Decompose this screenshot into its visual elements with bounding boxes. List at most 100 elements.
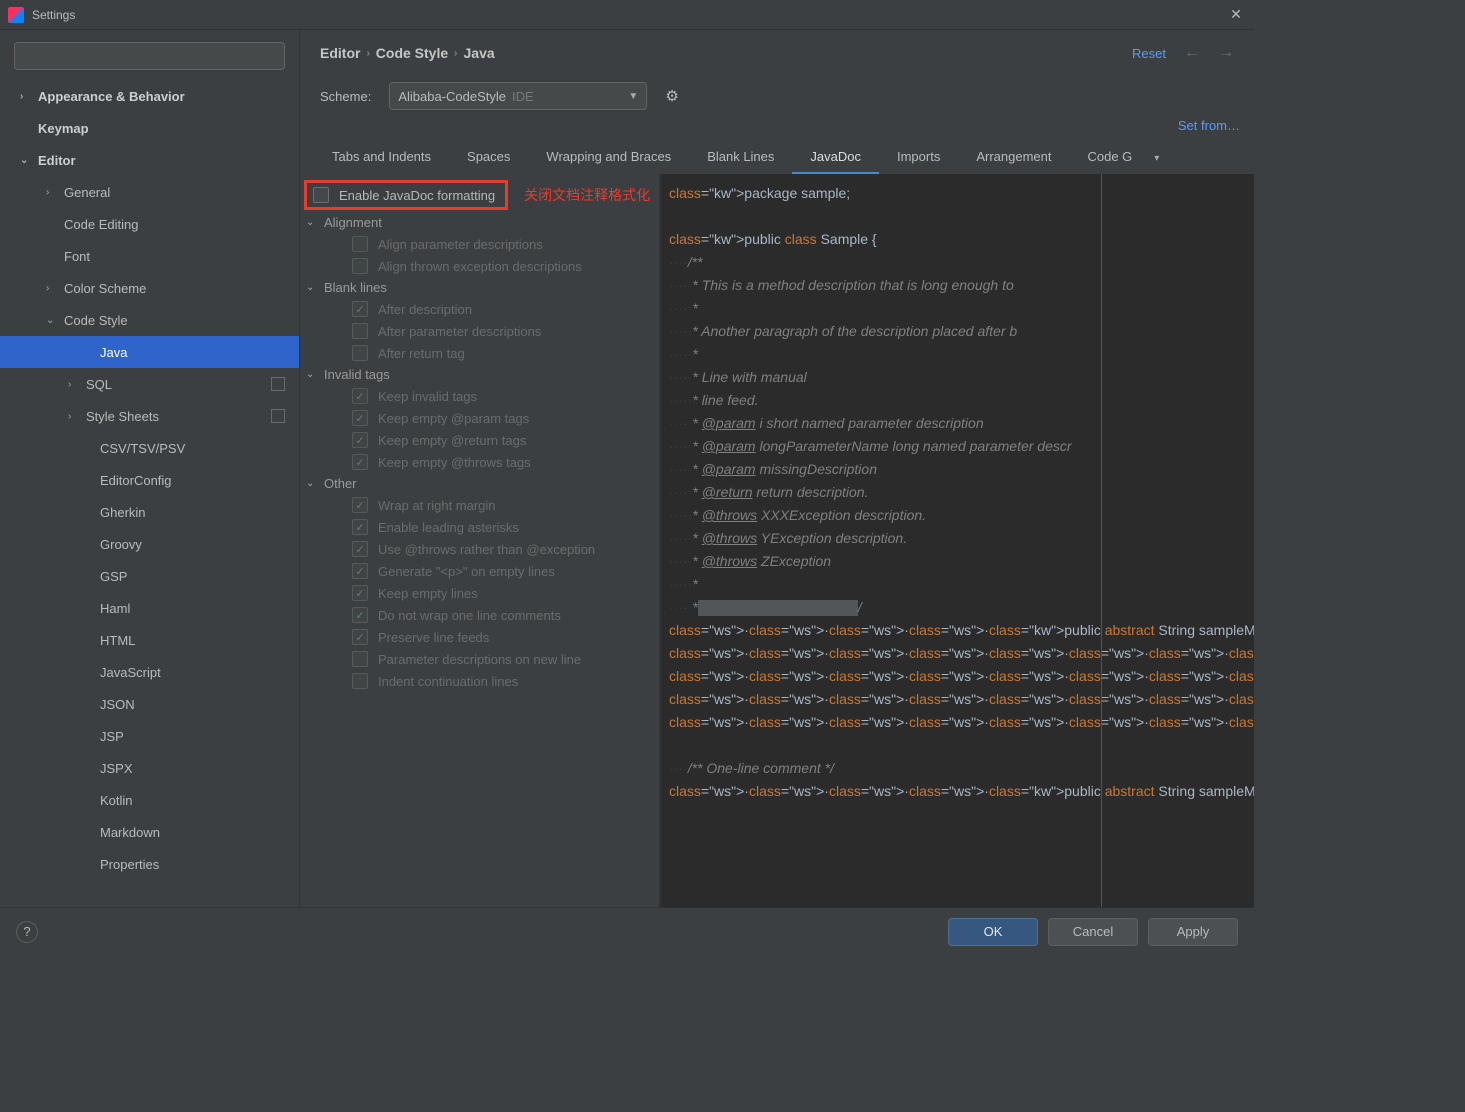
chevron-down-icon: ⌄ <box>306 478 320 489</box>
tab-javadoc[interactable]: JavaDoc <box>792 143 879 174</box>
breadcrumb-editor[interactable]: Editor <box>320 45 360 61</box>
sidebar-item-javascript[interactable]: ·JavaScript <box>0 656 299 688</box>
tab-blank-lines[interactable]: Blank Lines <box>689 143 792 174</box>
sidebar-item-font[interactable]: ·Font <box>0 240 299 272</box>
module-badge-icon <box>271 377 285 391</box>
option-checkbox <box>352 454 368 470</box>
annotation-text: 关闭文档注释格式化 <box>524 185 650 205</box>
code-line: ·····* <box>669 573 1254 596</box>
section-invalid-tags[interactable]: ⌄Invalid tags <box>300 364 659 385</box>
section-blank-lines[interactable]: ⌄Blank lines <box>300 277 659 298</box>
content: ⌕ ›Appearance & Behavior·Keymap⌄Editor›G… <box>0 30 1254 907</box>
option-row: After return tag <box>300 342 659 364</box>
code-line: ·····* line feed. <box>669 389 1254 412</box>
tabs-overflow-icon[interactable]: ▾ <box>1154 153 1159 164</box>
sidebar-item-keymap[interactable]: ·Keymap <box>0 112 299 144</box>
sidebar-item-editor[interactable]: ⌄Editor <box>0 144 299 176</box>
option-row: Indent continuation lines <box>300 670 659 692</box>
option-row: After parameter descriptions <box>300 320 659 342</box>
ok-button[interactable]: OK <box>948 918 1038 946</box>
option-row: Do not wrap one line comments <box>300 604 659 626</box>
help-button[interactable]: ? <box>16 921 38 943</box>
code-line: class="ws">·class="ws">·class="ws">·clas… <box>669 665 1254 688</box>
sidebar-item-kotlin[interactable]: ·Kotlin <box>0 784 299 816</box>
option-row: Wrap at right margin <box>300 494 659 516</box>
sidebar-item-appearance-behavior[interactable]: ›Appearance & Behavior <box>0 80 299 112</box>
option-label: Do not wrap one line comments <box>378 608 561 623</box>
code-line: class="kw">package sample; <box>669 182 1254 205</box>
option-label: Align thrown exception descriptions <box>378 259 582 274</box>
tree-item-label: GSP <box>100 569 127 584</box>
breadcrumb-codestyle[interactable]: Code Style <box>376 45 448 61</box>
code-line: ·····* @return return description. <box>669 481 1254 504</box>
sidebar-item-haml[interactable]: ·Haml <box>0 592 299 624</box>
option-checkbox <box>352 301 368 317</box>
sidebar-item-jspx[interactable]: ·JSPX <box>0 752 299 784</box>
cancel-button[interactable]: Cancel <box>1048 918 1138 946</box>
sidebar-item-general[interactable]: ›General <box>0 176 299 208</box>
tab-code-g[interactable]: Code G <box>1069 143 1150 174</box>
chevron-right-icon: › <box>68 379 82 390</box>
tree-item-label: Java <box>100 345 127 360</box>
section-other[interactable]: ⌄Other <box>300 473 659 494</box>
option-checkbox <box>352 673 368 689</box>
option-label: Keep empty @param tags <box>378 411 529 426</box>
sidebar-item-style-sheets[interactable]: ›Style Sheets <box>0 400 299 432</box>
chevron-down-icon: ▼ <box>628 91 638 102</box>
sidebar-item-code-style[interactable]: ⌄Code Style <box>0 304 299 336</box>
set-from-link[interactable]: Set from… <box>1178 118 1240 133</box>
sidebar-item-properties[interactable]: ·Properties <box>0 848 299 880</box>
option-row: Preserve line feeds <box>300 626 659 648</box>
sidebar-item-groovy[interactable]: ·Groovy <box>0 528 299 560</box>
sidebar-item-html[interactable]: ·HTML <box>0 624 299 656</box>
apply-button[interactable]: Apply <box>1148 918 1238 946</box>
breadcrumb: Editor › Code Style › Java <box>320 45 495 61</box>
sidebar-item-java[interactable]: ·Java <box>0 336 299 368</box>
section-title: Alignment <box>324 215 382 230</box>
tab-arrangement[interactable]: Arrangement <box>958 143 1069 174</box>
reset-link[interactable]: Reset <box>1132 46 1166 61</box>
code-line: class="ws">·class="ws">·class="ws">·clas… <box>669 619 1254 642</box>
sidebar-item-color-scheme[interactable]: ›Color Scheme <box>0 272 299 304</box>
option-row: Keep empty @param tags <box>300 407 659 429</box>
chevron-down-icon: ⌄ <box>46 315 60 326</box>
code-line: ·····* @throws ZException <box>669 550 1254 573</box>
gear-icon[interactable]: ⚙ <box>665 87 678 105</box>
tree-item-label: Editor <box>38 153 76 168</box>
code-line: ·····* Another paragraph of the descript… <box>669 320 1254 343</box>
sidebar-item-gherkin[interactable]: ·Gherkin <box>0 496 299 528</box>
sidebar-item-json[interactable]: ·JSON <box>0 688 299 720</box>
option-checkbox <box>352 651 368 667</box>
sidebar-item-sql[interactable]: ›SQL <box>0 368 299 400</box>
tree-item-label: Code Editing <box>64 217 138 232</box>
settings-tree[interactable]: ›Appearance & Behavior·Keymap⌄Editor›Gen… <box>0 80 299 907</box>
sidebar-item-jsp[interactable]: ·JSP <box>0 720 299 752</box>
option-row: Keep empty @return tags <box>300 429 659 451</box>
tab-wrapping-and-braces[interactable]: Wrapping and Braces <box>528 143 689 174</box>
search-input[interactable] <box>14 42 285 70</box>
sidebar-item-gsp[interactable]: ·GSP <box>0 560 299 592</box>
close-icon[interactable]: ✕ <box>1226 6 1246 23</box>
scheme-combobox[interactable]: Alibaba-CodeStyleIDE ▼ <box>389 82 647 110</box>
tab-spaces[interactable]: Spaces <box>449 143 528 174</box>
option-checkbox <box>352 607 368 623</box>
options-panel: Enable JavaDoc formatting 关闭文档注释格式化 ⌄Ali… <box>300 174 660 907</box>
option-checkbox <box>352 585 368 601</box>
code-preview: class="kw">package sample; class="kw">pu… <box>660 174 1254 907</box>
sidebar-item-code-editing[interactable]: ·Code Editing <box>0 208 299 240</box>
sidebar-item-csv-tsv-psv[interactable]: ·CSV/TSV/PSV <box>0 432 299 464</box>
tree-item-label: Groovy <box>100 537 142 552</box>
sidebar-item-markdown[interactable]: ·Markdown <box>0 816 299 848</box>
sidebar-item-editorconfig[interactable]: ·EditorConfig <box>0 464 299 496</box>
section-alignment[interactable]: ⌄Alignment <box>300 212 659 233</box>
tree-item-label: Keymap <box>38 121 89 136</box>
option-label: Keep empty lines <box>378 586 478 601</box>
main-panel: Editor › Code Style › Java Reset ← → Sch… <box>300 30 1254 907</box>
option-label: After return tag <box>378 346 465 361</box>
enable-javadoc-checkbox[interactable] <box>313 187 329 203</box>
tab-imports[interactable]: Imports <box>879 143 958 174</box>
tab-tabs-and-indents[interactable]: Tabs and Indents <box>314 143 449 174</box>
option-row: Use @throws rather than @exception <box>300 538 659 560</box>
option-label: Generate "<p>" on empty lines <box>378 564 555 579</box>
code-line: ····/** <box>669 251 1254 274</box>
